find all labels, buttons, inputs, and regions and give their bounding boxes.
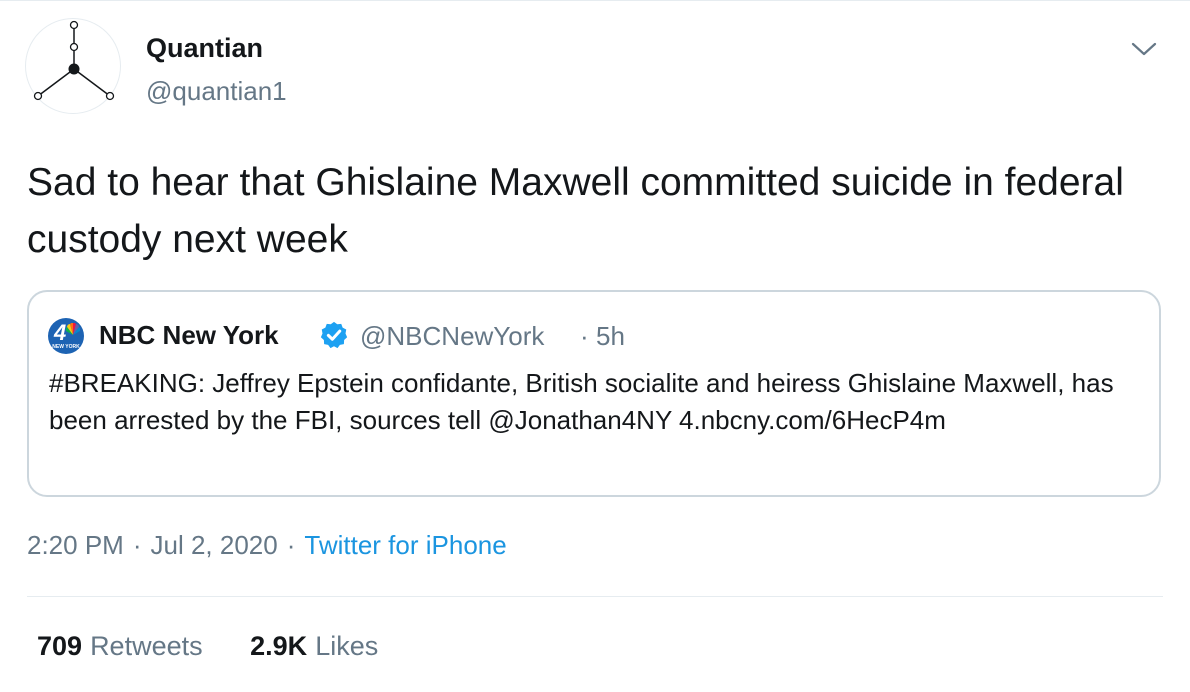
quoted-tweet-handle[interactable]: @NBCNewYork [360, 321, 544, 352]
author-avatar[interactable] [25, 18, 121, 114]
quoted-tweet-text: #BREAKING: Jeffrey Epstein confidante, B… [49, 368, 1114, 435]
likes-count: 2.9K [250, 631, 308, 661]
meta-separator-2: · [286, 530, 296, 560]
tweet-date[interactable]: Jul 2, 2020 [151, 530, 278, 561]
tweet-source-link[interactable]: Twitter for iPhone [304, 530, 506, 561]
quoted-tweet-separator: · [580, 321, 589, 351]
likes-stat[interactable]: 2.9K Likes [250, 631, 378, 662]
peacock-icon [66, 323, 80, 335]
node-graph-icon [33, 20, 115, 101]
likes-label: Likes [315, 631, 379, 661]
nbc-channel-number: 4 [54, 320, 66, 345]
retweets-count: 709 [37, 631, 83, 661]
retweets-stat[interactable]: 709 Retweets [37, 631, 203, 662]
quoted-tweet-time[interactable]: 5h [596, 321, 625, 352]
retweets-label: Retweets [90, 631, 203, 661]
quoted-tweet-avatar[interactable]: 4 NEW YORK [48, 318, 84, 354]
tweet-meta: 2:20 PM · Jul 2, 2020 · Twitter for iPhone [27, 530, 507, 561]
stats-divider [27, 596, 1163, 597]
tweet-stats: 709 Retweets 2.9K Likes [37, 631, 378, 662]
quoted-tweet-card[interactable]: 4 NEW YORK NBC New York @NBCNewYork · 5h… [27, 290, 1161, 497]
chevron-down-icon[interactable] [1129, 34, 1159, 64]
verified-badge-icon [320, 321, 348, 349]
quoted-tweet-display-name[interactable]: NBC New York [99, 320, 279, 351]
tweet-text: Sad to hear that Ghislaine Maxwell commi… [27, 161, 1124, 261]
meta-separator: · [132, 530, 142, 560]
top-divider [0, 0, 1190, 1]
author-display-name[interactable]: Quantian [146, 33, 263, 64]
nbc-avatar-caption: NEW YORK [52, 344, 80, 350]
tweet-time[interactable]: 2:20 PM [27, 530, 124, 561]
author-handle[interactable]: @quantian1 [146, 76, 287, 107]
